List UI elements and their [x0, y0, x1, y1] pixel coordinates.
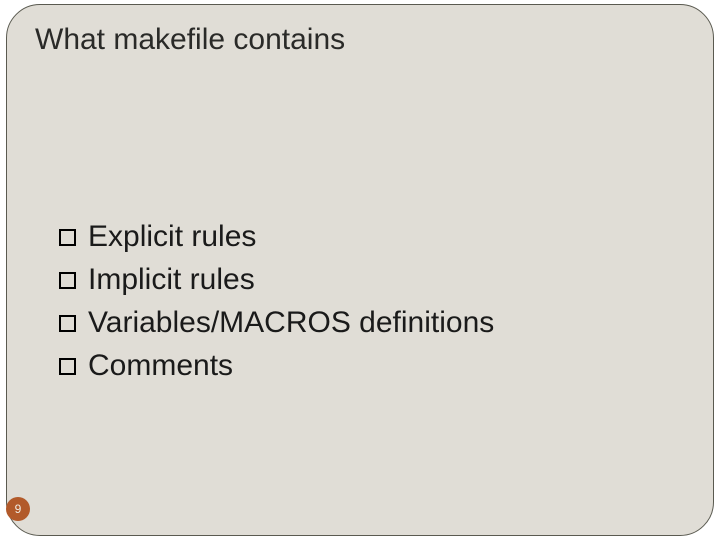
- list-item: Explicit rules: [59, 217, 659, 256]
- square-bullet-icon: [59, 358, 76, 375]
- list-item: Comments: [59, 346, 659, 385]
- square-bullet-icon: [59, 229, 76, 246]
- list-item-text: Comments: [88, 346, 233, 385]
- slide-frame: What makefile contains Explicit rules Im…: [6, 4, 714, 536]
- list-item-text: Variables/MACROS definitions: [88, 303, 494, 342]
- list-item-text: Implicit rules: [88, 260, 255, 299]
- list-item: Variables/MACROS definitions: [59, 303, 659, 342]
- page-number-badge: 9: [6, 497, 30, 521]
- square-bullet-icon: [59, 315, 76, 332]
- page-number: 9: [15, 503, 22, 515]
- slide-title: What makefile contains: [35, 23, 345, 57]
- list-item: Implicit rules: [59, 260, 659, 299]
- square-bullet-icon: [59, 272, 76, 289]
- bullet-list: Explicit rules Implicit rules Variables/…: [59, 217, 659, 389]
- list-item-text: Explicit rules: [88, 217, 256, 256]
